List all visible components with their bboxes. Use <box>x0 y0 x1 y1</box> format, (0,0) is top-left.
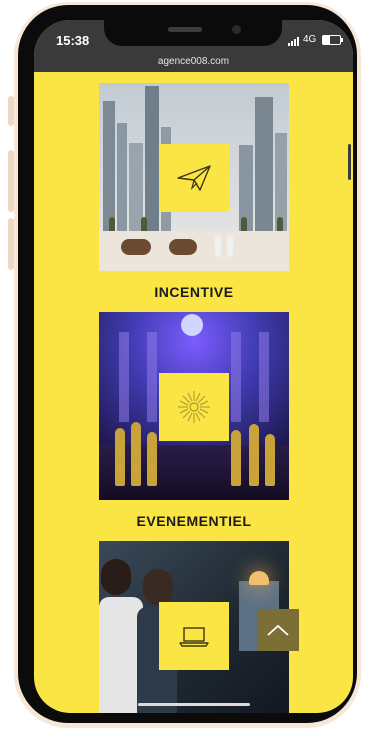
service-card-evenementiel[interactable]: EVENEMENTIEL <box>99 312 289 529</box>
evenementiel-title[interactable]: EVENEMENTIEL <box>99 513 289 529</box>
phone-silent-switch <box>8 96 14 126</box>
status-bar: 15:38 4G agence008.com <box>34 20 353 72</box>
evenementiel-photo[interactable] <box>99 312 289 500</box>
incentive-title[interactable]: INCENTIVE <box>99 284 289 300</box>
incentive-photo[interactable] <box>99 83 289 271</box>
incentive-icon-box <box>159 144 229 212</box>
chevron-up-icon <box>267 624 289 636</box>
laptop-icon <box>179 627 209 647</box>
camera <box>232 25 241 34</box>
phone-volume-up <box>8 150 14 212</box>
sunburst-icon <box>178 391 210 423</box>
scrollbar[interactable] <box>348 144 351 180</box>
back-to-top-button[interactable] <box>257 609 299 651</box>
speaker <box>168 27 202 32</box>
service-card-incentive[interactable]: INCENTIVE <box>99 83 289 300</box>
signal-icon <box>288 37 299 46</box>
digital-icon-box <box>159 602 229 670</box>
paper-plane-icon <box>177 165 211 191</box>
battery-icon <box>322 35 343 45</box>
notch <box>104 20 282 46</box>
home-indicator[interactable] <box>138 703 250 706</box>
network-label: 4G <box>303 34 317 45</box>
url-bar[interactable]: agence008.com <box>34 56 353 67</box>
phone-volume-down <box>8 218 14 270</box>
phone-screen: 15:38 4G agence008.com INCENTIVE EVENEME… <box>34 20 353 713</box>
status-time: 15:38 <box>56 33 90 48</box>
evenementiel-icon-box <box>159 373 229 441</box>
